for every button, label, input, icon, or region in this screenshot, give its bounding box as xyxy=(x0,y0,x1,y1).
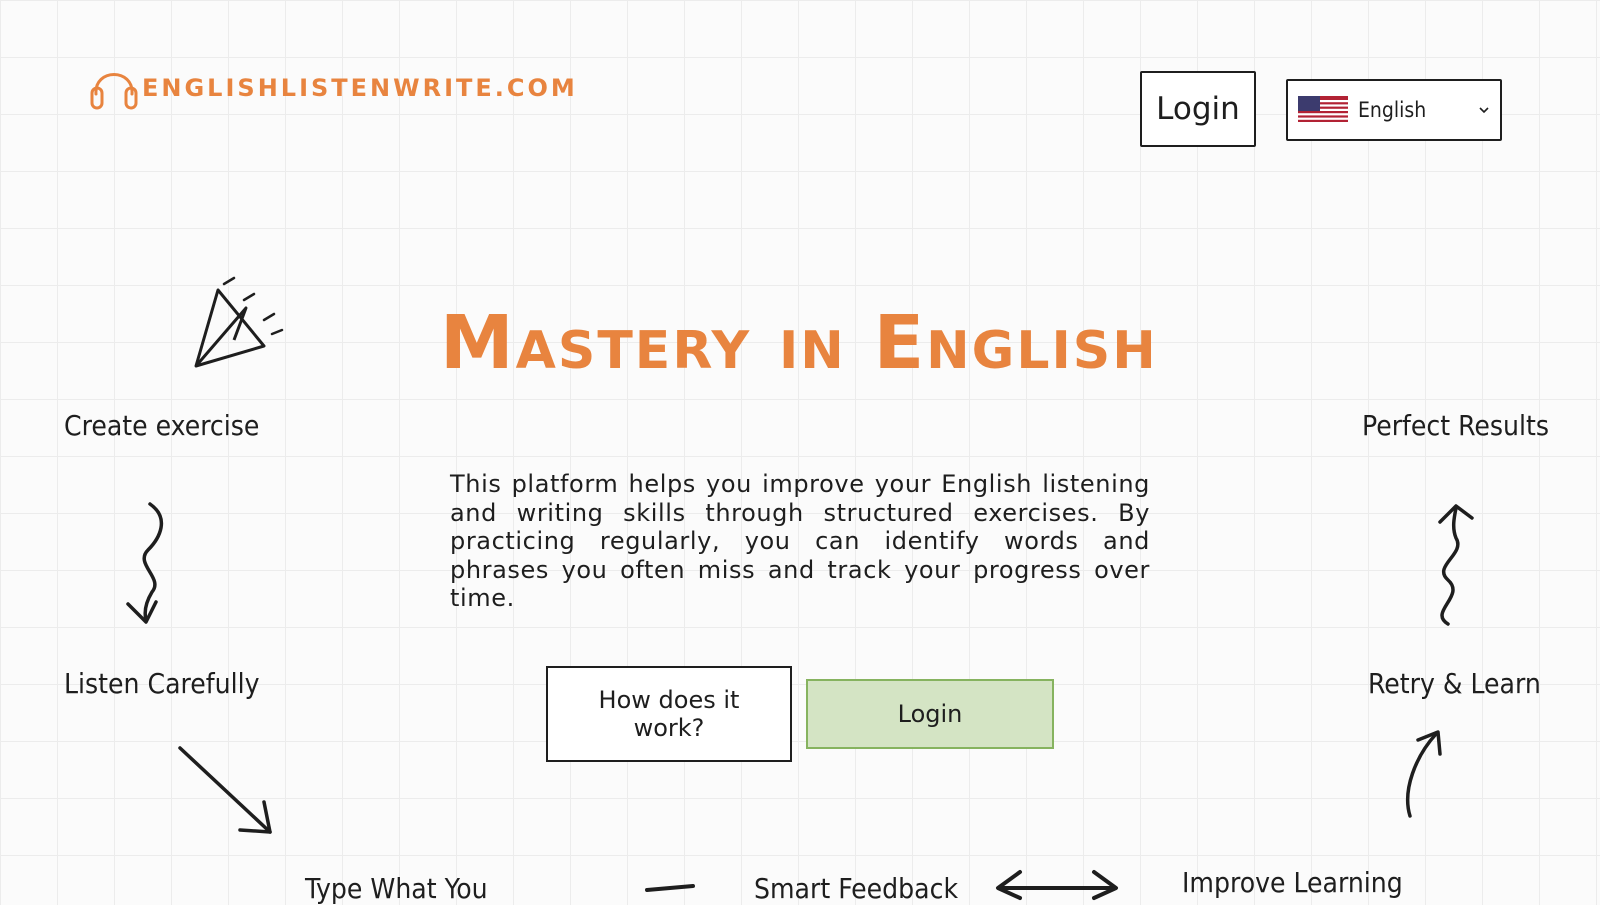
header-login-button[interactable]: Login xyxy=(1140,71,1256,147)
step-perfect-results: Perfect Results xyxy=(1362,409,1549,442)
hero-login-button[interactable]: Login xyxy=(806,679,1054,749)
step-smart-feedback: Smart Feedback xyxy=(754,872,959,905)
language-select[interactable]: English xyxy=(1286,79,1502,141)
diagonal-arrow-icon xyxy=(178,746,272,834)
step-improve-learning: Improve Learning xyxy=(1182,866,1403,899)
logo-text: ENGLISHLISTENWRITE.COM xyxy=(142,74,578,102)
wavy-down-arrow-icon xyxy=(126,502,164,624)
paper-plane-icon xyxy=(194,276,284,368)
chevron-down-icon xyxy=(1479,107,1489,114)
step-listen-carefully: Listen Carefully xyxy=(64,667,260,700)
wavy-up-arrow-icon xyxy=(1438,504,1474,626)
double-arrow-icon xyxy=(996,870,1118,900)
how-it-works-button[interactable]: How does it work? xyxy=(546,666,792,762)
step-type-what-you: Type What You xyxy=(305,872,488,905)
step-retry-learn: Retry & Learn xyxy=(1368,667,1541,700)
us-flag-icon xyxy=(1298,96,1348,124)
curved-up-arrow-icon xyxy=(1405,730,1442,818)
language-label: English xyxy=(1358,98,1427,122)
site-logo[interactable]: ENGLISHLISTENWRITE.COM xyxy=(90,62,578,114)
hero-title: Mastery in English xyxy=(440,300,1158,386)
headphones-icon xyxy=(90,73,138,110)
hero-description: This platform helps you improve your Eng… xyxy=(450,470,1150,612)
right-arrow-icon xyxy=(645,884,695,892)
step-create-exercise: Create exercise xyxy=(64,409,260,442)
